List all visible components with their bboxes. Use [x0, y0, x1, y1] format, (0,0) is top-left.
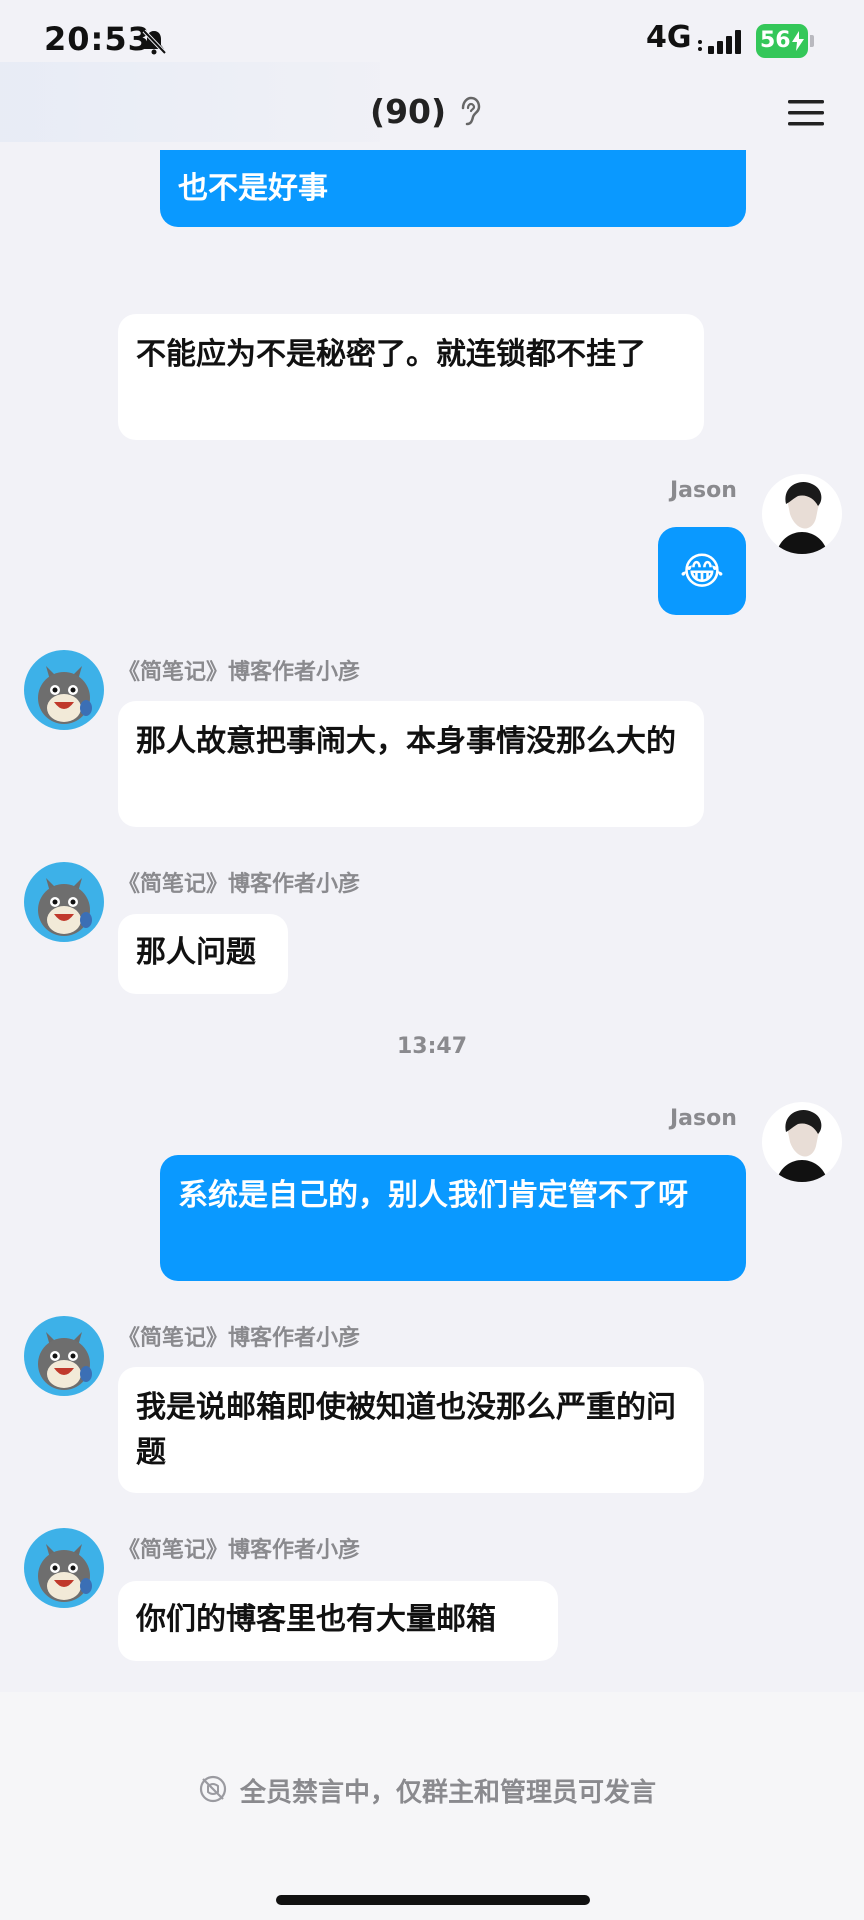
battery-level: 56 [760, 28, 791, 53]
message-bubble-incoming[interactable]: 我是说邮箱即使被知道也没那么严重的问题 [118, 1367, 704, 1493]
sender-name: 《简笔记》博客作者小彦 [118, 1326, 361, 1351]
sender-name: Jason [670, 1106, 737, 1131]
chat-screen: 20:53 4G 56 (90) 也不是好事 不能应为不是秘密了。就连锁都不挂了… [0, 0, 864, 1920]
bell-muted-icon [142, 29, 167, 55]
avatar-totoro[interactable] [24, 1316, 104, 1396]
battery-indicator: 56 [756, 24, 808, 58]
avatar-totoro[interactable] [24, 650, 104, 730]
avatar-totoro[interactable] [24, 862, 104, 942]
status-time: 20:53 [44, 20, 151, 58]
group-title[interactable]: (90) [370, 92, 446, 131]
sender-name: 《简笔记》博客作者小彦 [118, 1538, 361, 1563]
sender-name: Jason [670, 478, 737, 503]
network-type: 4G [646, 20, 692, 55]
message-bubble-outgoing[interactable]: 😂 [658, 527, 746, 615]
mute-notice: 全员禁言中，仅群主和管理员可发言 [240, 1778, 657, 1808]
message-bubble-incoming[interactable]: 不能应为不是秘密了。就连锁都不挂了 [118, 314, 704, 440]
avatar-totoro[interactable] [24, 1528, 104, 1608]
charging-bolt-icon [792, 31, 804, 51]
battery-cap [810, 35, 814, 47]
mute-icon [199, 1775, 227, 1803]
home-indicator[interactable] [276, 1895, 590, 1905]
chat-header: (90) [0, 62, 864, 162]
signal-icon [698, 30, 741, 54]
sender-name: 《简笔记》博客作者小彦 [118, 660, 361, 685]
message-bubble-incoming[interactable]: 那人故意把事闹大，本身事情没那么大的 [118, 701, 704, 827]
message-bubble-incoming[interactable]: 你们的博客里也有大量邮箱 [118, 1581, 558, 1661]
message-bubble-incoming[interactable]: 那人问题 [118, 914, 288, 994]
menu-icon[interactable] [786, 96, 826, 130]
message-bubble-outgoing[interactable]: 也不是好事 [160, 150, 746, 227]
chat-timestamp: 13:47 [396, 1034, 468, 1059]
ear-icon[interactable] [456, 96, 484, 128]
avatar-jason[interactable] [762, 1102, 842, 1182]
message-bubble-outgoing[interactable]: 系统是自己的，别人我们肯定管不了呀 [160, 1155, 746, 1281]
avatar-jason[interactable] [762, 474, 842, 554]
sender-name: 《简笔记》博客作者小彦 [118, 872, 361, 897]
